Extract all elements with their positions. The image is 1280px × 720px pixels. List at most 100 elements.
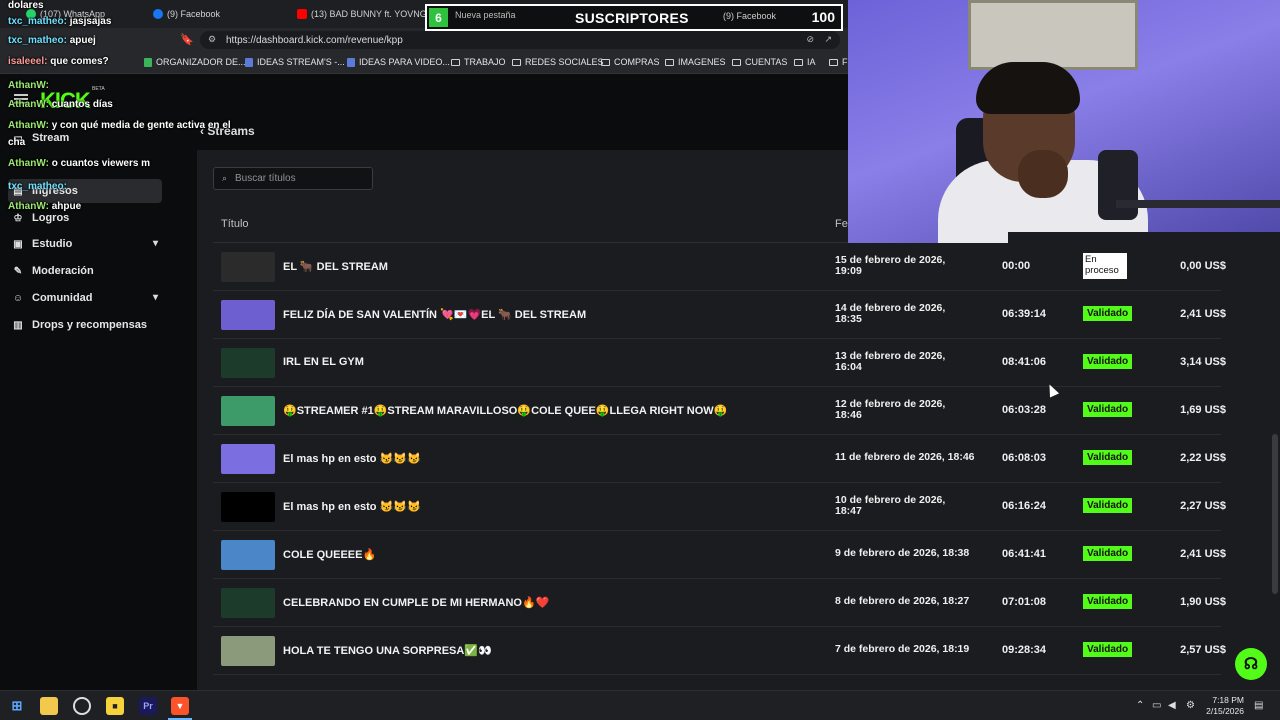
bookmark-folder[interactable]: CUENTAS xyxy=(732,57,787,67)
sidebar-item-moderacion[interactable]: ✎ Moderación xyxy=(8,259,162,283)
tab-youtube[interactable]: (13) BAD BUNNY ft. YOVNGCI xyxy=(297,6,436,22)
stream-date: 11 de febrero de 2026, 18:46 xyxy=(835,451,975,463)
stream-revenue: 2,22 US$ xyxy=(1180,452,1226,464)
stream-thumbnail[interactable] xyxy=(221,636,275,666)
notifications-icon[interactable]: ▤ xyxy=(1254,700,1263,711)
table-row[interactable]: CELEBRANDO EN CUMPLE DE MI HERMANO🔥❤️ 8 d… xyxy=(213,579,1226,627)
bookmark-item[interactable]: IDEAS PARA VIDEO... xyxy=(347,57,450,67)
folder-icon xyxy=(451,58,460,66)
share-icon[interactable]: ↗ xyxy=(824,34,832,45)
status-badge: Validado xyxy=(1083,498,1133,513)
sidebar-item-comunidad[interactable]: ☺ Comunidad ▾ xyxy=(8,286,162,310)
chevron-down-icon[interactable]: ▾ xyxy=(153,292,158,303)
column-header-date[interactable]: Fe xyxy=(835,218,848,230)
status-badge: Validado xyxy=(1083,546,1133,561)
bookmark-folder[interactable]: COMPRAS xyxy=(601,57,660,67)
column-header-title[interactable]: Título xyxy=(221,218,249,230)
stream-thumbnail[interactable] xyxy=(221,300,275,330)
table-row[interactable]: El mas hp en esto 😼😼😼 11 de febrero de 20… xyxy=(213,435,1226,483)
folder-icon xyxy=(512,58,521,66)
stream-title[interactable]: COLE QUEEEE🔥 xyxy=(283,548,376,561)
stream-title[interactable]: El mas hp en esto 😼😼😼 xyxy=(283,452,421,465)
bookmark-folder[interactable]: F xyxy=(829,57,848,67)
screen: (107) WhatsApp (9) Facebook (13) BAD BUN… xyxy=(0,0,1280,720)
folder-icon xyxy=(794,58,803,66)
stream-duration: 06:03:28 xyxy=(1002,404,1047,416)
stream-thumbnail[interactable] xyxy=(221,588,275,618)
stream-title[interactable]: CELEBRANDO EN CUMPLE DE MI HERMANO🔥❤️ xyxy=(283,596,549,609)
table-row[interactable]: El mas hp en esto 😼😼😼 10 de febrero de 20… xyxy=(213,483,1226,531)
bookmark-folder[interactable]: IA xyxy=(794,57,816,67)
sticky-notes-icon[interactable]: ■ xyxy=(106,697,124,715)
stream-title[interactable]: 🤑STREAMER #1🤑STREAM MARAVILLOSO🤑COLE QUE… xyxy=(283,404,727,417)
wall-poster xyxy=(968,0,1138,70)
stream-revenue: 0,00 US$ xyxy=(1180,260,1226,272)
chat-username: AthanW: xyxy=(8,201,49,212)
chat-text: cuantos días xyxy=(51,99,113,110)
sidebar-item-estudio[interactable]: ▣ Estudio ▾ xyxy=(8,232,162,256)
bookmark-folder[interactable]: REDES SOCIALES xyxy=(512,57,604,67)
status-badge: Validado xyxy=(1083,402,1133,417)
tab-facebook[interactable]: (9) Facebook xyxy=(153,6,220,22)
subscriber-counter-overlay: 6 Nueva pestaña SUSCRIPTORES (9) Faceboo… xyxy=(425,4,843,31)
bookmark-folder[interactable]: TRABAJO xyxy=(451,57,506,67)
chat-username: AthanW: xyxy=(8,120,49,131)
stream-title[interactable]: IRL EN EL GYM xyxy=(283,356,364,368)
drops-icon: ▥ xyxy=(13,319,23,331)
studio-icon: ▣ xyxy=(13,238,23,250)
chat-username: txc_matheo: xyxy=(8,16,67,27)
url-field[interactable]: ⚙ https://dashboard.kick.com/revenue/kpp… xyxy=(200,31,840,49)
clock[interactable]: 7:18 PM 2/15/2026 xyxy=(1206,695,1244,717)
network-icon[interactable]: ▭ xyxy=(1152,700,1161,711)
chat-text: ahpue xyxy=(51,201,82,212)
site-settings-icon[interactable]: ⚙ xyxy=(208,34,216,45)
obs-icon[interactable] xyxy=(73,697,91,715)
volume-icon[interactable]: ◀ xyxy=(1168,700,1176,711)
windows-start-icon[interactable]: ⊞ xyxy=(8,697,26,715)
table-row[interactable]: HOLA TE TENGO UNA SORPRESA✅👀 7 de febrero… xyxy=(213,627,1226,675)
chevron-up-icon[interactable]: ⌃ xyxy=(1136,700,1144,711)
stream-title[interactable]: EL 🐂 DEL STREAM xyxy=(283,260,388,273)
premiere-icon[interactable]: Pr xyxy=(139,697,157,715)
chat-message: txc_matheo: apuej xyxy=(8,35,96,46)
help-chat-icon[interactable]: ☊ xyxy=(1235,648,1267,680)
bookmark-item[interactable]: IDEAS STREAM'S -... xyxy=(245,57,345,67)
chat-username: AthanW: xyxy=(8,80,49,91)
table-row[interactable]: 🤑STREAMER #1🤑STREAM MARAVILLOSO🤑COLE QUE… xyxy=(213,387,1226,435)
stream-thumbnail[interactable] xyxy=(221,396,275,426)
mute-icon[interactable]: ⊘ xyxy=(806,34,814,45)
file-explorer-icon[interactable] xyxy=(40,697,58,715)
settings-icon[interactable]: ⚙ xyxy=(1186,700,1195,711)
chevron-down-icon[interactable]: ▾ xyxy=(153,238,158,249)
scrollbar[interactable] xyxy=(1272,434,1278,594)
stream-title[interactable]: HOLA TE TENGO UNA SORPRESA✅👀 xyxy=(283,644,492,657)
stream-revenue: 2,41 US$ xyxy=(1180,548,1226,560)
stream-title[interactable]: El mas hp en esto 😼😼😼 xyxy=(283,500,421,513)
stream-revenue: 2,27 US$ xyxy=(1180,500,1226,512)
chat-username: txc_matheo: xyxy=(8,35,67,46)
chat-message: AthanW: xyxy=(8,80,49,91)
sidebar-item-drops[interactable]: ▥ Drops y recompensas xyxy=(8,313,162,337)
table-row[interactable]: FELIZ DÍA DE SAN VALENTÍN 💘💌💗EL 🐂 DEL ST… xyxy=(213,291,1226,339)
bookmark-folder[interactable]: IMAGENES xyxy=(665,57,726,67)
brave-browser-icon[interactable]: ▼ xyxy=(171,697,189,715)
bookmark-icon[interactable]: 🔖 xyxy=(180,33,194,46)
stream-thumbnail[interactable] xyxy=(221,540,275,570)
table-row[interactable]: EL 🐂 DEL STREAM 15 de febrero de 2026, 19… xyxy=(213,243,1226,291)
chat-username: isaleeel: xyxy=(8,56,48,67)
stream-thumbnail[interactable] xyxy=(221,444,275,474)
chat-username: AthanW: xyxy=(8,158,49,169)
stream-thumbnail[interactable] xyxy=(221,492,275,522)
table-row[interactable]: COLE QUEEEE🔥 9 de febrero de 2026, 18:38 0… xyxy=(213,531,1226,579)
chat-message: txc_matheo: jasjsajas xyxy=(8,16,111,27)
status-badge: Validado xyxy=(1083,642,1133,657)
folder-icon xyxy=(829,58,838,66)
table-row[interactable]: IRL EN EL GYM 13 de febrero de 2026, 16:0… xyxy=(213,339,1226,387)
stream-title[interactable]: FELIZ DÍA DE SAN VALENTÍN 💘💌💗EL 🐂 DEL ST… xyxy=(283,308,586,321)
search-input[interactable]: ⌕ Buscar títulos xyxy=(213,167,373,190)
stream-thumbnail[interactable] xyxy=(221,252,275,282)
stream-thumbnail[interactable] xyxy=(221,348,275,378)
stream-date: 7 de febrero de 2026, 18:19 xyxy=(835,643,970,655)
stream-revenue: 2,57 US$ xyxy=(1180,644,1226,656)
bookmark-item[interactable]: ORGANIZADOR DE... xyxy=(144,57,246,67)
